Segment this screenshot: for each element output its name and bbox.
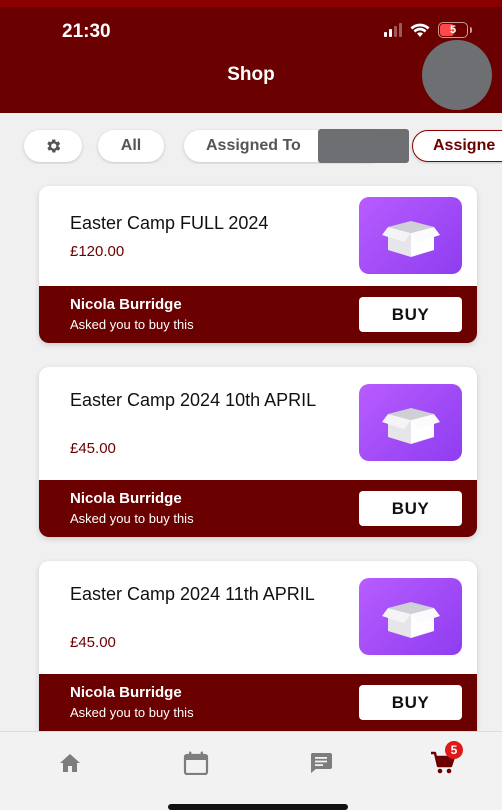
requester-name: Nicola Burridge (70, 490, 182, 507)
app-header: 21:30 5 Shop (0, 0, 502, 113)
home-indicator (168, 804, 348, 810)
home-icon (60, 754, 80, 772)
bottom-tab-bar: 5 (0, 731, 502, 810)
tab-cart[interactable]: 5 (428, 741, 463, 776)
item-title: Easter Camp FULL 2024 (70, 213, 269, 233)
buy-button[interactable]: BUY (359, 685, 462, 720)
battery-icon: 5 (438, 22, 468, 38)
filter-all-chip[interactable]: All (98, 130, 164, 162)
status-icons: 5 (384, 22, 472, 38)
battery-level: 5 (449, 24, 457, 36)
product-image (359, 384, 462, 461)
box-icon (381, 407, 440, 444)
requester-name: Nicola Burridge (70, 684, 182, 701)
shop-item-card[interactable]: Easter Camp FULL 2024 £120.00 Nicola Bur… (39, 186, 477, 343)
item-price: £45.00 (70, 440, 116, 457)
item-price: £120.00 (70, 243, 125, 260)
item-footer: Nicola Burridge Asked you to buy this BU… (39, 286, 477, 343)
tab-home[interactable] (55, 750, 85, 776)
filter-assigned-chip[interactable]: Assigne (412, 130, 502, 162)
buy-button[interactable]: BUY (359, 297, 462, 332)
header-edge (0, 0, 502, 7)
requester-name: Nicola Burridge (70, 296, 182, 313)
chat-icon (310, 753, 332, 773)
signal-icon (384, 23, 402, 37)
box-icon (381, 220, 440, 257)
redacted-overlay (318, 129, 409, 163)
request-note: Asked you to buy this (70, 705, 194, 720)
avatar[interactable] (422, 40, 492, 110)
item-footer: Nicola Burridge Asked you to buy this BU… (39, 674, 477, 731)
request-note: Asked you to buy this (70, 511, 194, 526)
shop-item-card[interactable]: Easter Camp 2024 10th APRIL £45.00 Nicol… (39, 367, 477, 537)
item-title: Easter Camp 2024 10th APRIL (70, 390, 317, 410)
buy-button[interactable]: BUY (359, 491, 462, 526)
gear-icon (47, 139, 61, 153)
status-time: 21:30 (62, 21, 111, 42)
item-title: Easter Camp 2024 11th APRIL (70, 584, 315, 604)
filter-row: All Assigned To Assigne (0, 128, 502, 164)
calendar-icon (183, 751, 209, 775)
request-note: Asked you to buy this (70, 317, 194, 332)
filter-settings-button[interactable] (24, 130, 82, 162)
item-footer: Nicola Burridge Asked you to buy this BU… (39, 480, 477, 537)
wifi-icon (410, 23, 430, 37)
tab-messages[interactable] (306, 750, 336, 776)
product-image (359, 578, 462, 655)
item-price: £45.00 (70, 634, 116, 651)
cart-count-badge: 5 (445, 741, 463, 759)
shop-item-card[interactable]: Easter Camp 2024 11th APRIL £45.00 Nicol… (39, 561, 477, 731)
product-image (359, 197, 462, 274)
box-icon (381, 601, 440, 638)
tab-calendar[interactable] (181, 750, 211, 776)
